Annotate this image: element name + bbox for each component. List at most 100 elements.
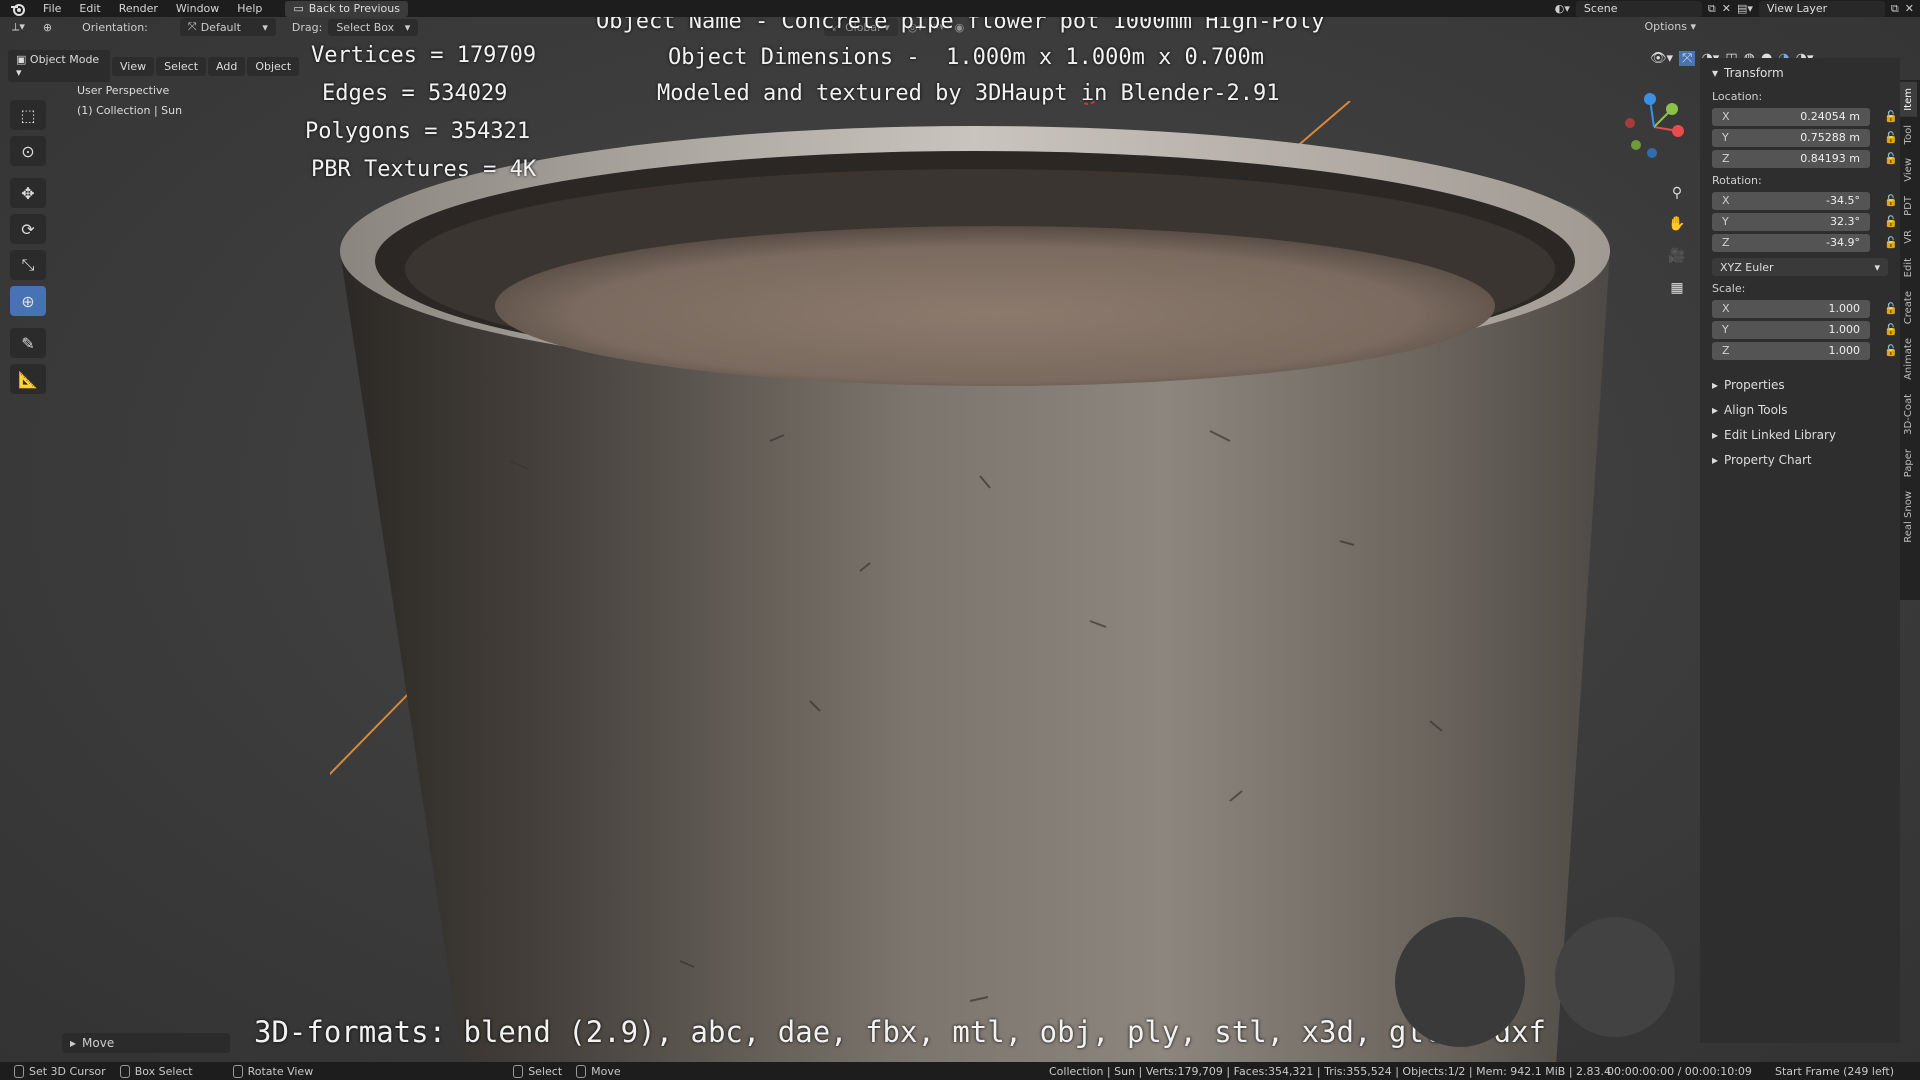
lock-icon[interactable]: 🔓 (1884, 215, 1898, 228)
status-bar: Set 3D Cursor Box Select Rotate View Sel… (0, 1062, 1920, 1080)
zoom-icon[interactable]: ⚲ (1664, 180, 1690, 206)
scale-y-field[interactable]: Y 1.000 (1712, 320, 1870, 339)
rotation-mode-dropdown[interactable]: XYZ Euler ▾ (1712, 258, 1888, 276)
visibility-icon[interactable]: 👁▾ (1650, 51, 1673, 66)
transform-tool[interactable]: ⊕ (10, 286, 46, 316)
location-x-field[interactable]: X 0.24054 m (1712, 107, 1870, 126)
select-box-tool[interactable]: ⬚ (10, 100, 46, 130)
last-operator-panel[interactable]: ▸ Move (62, 1033, 230, 1053)
gizmo-toggle-icon[interactable]: ⤧ (1679, 51, 1696, 66)
view-layer-field[interactable]: View Layer (1758, 0, 1885, 17)
3d-viewport[interactable]: ⟂▾ ⊕ Orientation: ⤧ Default ▾ Drag: Sele… (0, 17, 1920, 1062)
lock-icon[interactable]: 🔓 (1884, 152, 1898, 165)
lock-icon[interactable]: 🔓 (1884, 131, 1898, 144)
camera-view-icon[interactable]: 🎥 (1664, 243, 1690, 269)
collapse-arrow-icon: ▾ (1712, 66, 1719, 80)
location-y-field[interactable]: Y 0.75288 m (1712, 128, 1870, 147)
3d-cursor-icon: ⊙ (21, 141, 35, 161)
cursor-arrow-icon: ⬚ (20, 105, 36, 125)
align-tools-section[interactable]: ▸ Align Tools (1712, 403, 1888, 417)
transform-header[interactable]: ▾ Transform (1712, 66, 1888, 80)
tab-vr[interactable]: VR (1900, 224, 1917, 250)
property-chart-section[interactable]: ▸ Property Chart (1712, 453, 1888, 467)
mouse-right-icon (513, 1064, 524, 1078)
annotate-icon: ✎ (21, 333, 35, 353)
gamepad-left-circle[interactable] (1395, 917, 1525, 1047)
annotate-tool[interactable]: ✎ (10, 328, 46, 358)
rotate-tool[interactable]: ⟳ (10, 214, 46, 244)
lock-icon[interactable]: 🔓 (1884, 323, 1898, 336)
tab-real-snow[interactable]: Real Snow (1900, 485, 1917, 549)
menu-render[interactable]: Render (110, 2, 167, 15)
lock-icon[interactable]: 🔓 (1884, 344, 1898, 357)
properties-section[interactable]: ▸ Properties (1712, 378, 1888, 392)
textures-info: PBR Textures = 4K (311, 157, 537, 182)
scene-icon[interactable]: ◐▾ (1555, 2, 1570, 15)
expand-arrow-icon: ▸ (1712, 378, 1719, 392)
orientation-icon: ⤧ (187, 20, 197, 33)
location-z-field[interactable]: Z 0.84193 m (1712, 149, 1870, 168)
lock-icon[interactable]: 🔓 (1884, 194, 1898, 207)
tab-create[interactable]: Create (1900, 285, 1917, 330)
active-tool-icon[interactable]: ⊕ (43, 21, 52, 34)
options-dropdown[interactable]: Options ▾ (1645, 20, 1696, 33)
delete-scene-icon[interactable]: ✕ (1722, 2, 1731, 15)
mode-header: ▣ Object Mode ▾ View Select Add Object (8, 50, 300, 82)
drag-dropdown[interactable]: Select Box ▾ (328, 18, 419, 36)
expand-arrow-icon: ▸ (70, 1036, 77, 1050)
rotation-x-row: X -34.5° 🔓 (1712, 191, 1898, 210)
lock-icon[interactable]: 🔓 (1884, 236, 1898, 249)
rotation-z-field[interactable]: Z -34.9° (1712, 233, 1870, 252)
menu-select[interactable]: Select (156, 56, 207, 76)
tab-animate[interactable]: Animate (1900, 332, 1917, 386)
tab-paper[interactable]: Paper (1900, 443, 1917, 483)
vertices-count: Vertices = 179709 (311, 43, 537, 68)
new-view-layer-icon[interactable]: ⧉ (1891, 2, 1899, 16)
gamepad-right-circle[interactable] (1555, 917, 1675, 1037)
measure-tool[interactable]: 📐 (10, 364, 46, 394)
scale-x-field[interactable]: X 1.000 (1712, 299, 1870, 318)
tab-3d-coat[interactable]: 3D-Coat (1900, 388, 1917, 441)
menu-view[interactable]: View (112, 56, 155, 76)
delete-view-layer-icon[interactable]: ✕ (1905, 2, 1914, 15)
scene-field[interactable]: Scene (1575, 0, 1702, 17)
pan-hand-icon[interactable]: ✋ (1664, 211, 1690, 237)
scale-z-field[interactable]: Z 1.000 (1712, 341, 1870, 360)
tab-view[interactable]: View (1900, 152, 1917, 188)
drag-label: Drag: (291, 20, 323, 34)
orientation-dropdown[interactable]: ⤧ Default ▾ (179, 18, 276, 36)
move-tool[interactable]: ✥ (10, 178, 46, 208)
status-select: Select (313, 1064, 562, 1078)
menu-window[interactable]: Window (167, 2, 228, 15)
back-to-previous-button[interactable]: ▭ Back to Previous (285, 0, 408, 17)
menu-add[interactable]: Add (208, 56, 246, 76)
menu-edit[interactable]: Edit (70, 2, 109, 15)
menu-file[interactable]: File (34, 2, 70, 15)
move-icon: ✥ (21, 183, 35, 203)
mouse-left-icon (14, 1064, 24, 1078)
menu-help[interactable]: Help (228, 2, 271, 15)
object-mode-dropdown[interactable]: ▣ Object Mode ▾ (8, 50, 110, 82)
menu-object[interactable]: Object (247, 56, 300, 76)
rotation-z-row: Z -34.9° 🔓 (1712, 233, 1898, 252)
tab-item[interactable]: Item (1900, 82, 1917, 117)
ortho-grid-icon[interactable]: ▦ (1664, 275, 1690, 301)
tab-pdt[interactable]: PDT (1900, 190, 1917, 222)
rotation-y-field[interactable]: Y 32.3° (1712, 212, 1870, 231)
lock-icon[interactable]: 🔓 (1884, 110, 1898, 123)
new-scene-icon[interactable]: ⧉ (1708, 2, 1716, 16)
blender-logo-icon[interactable] (10, 2, 26, 16)
scale-tool[interactable]: ⤡ (10, 250, 46, 280)
tab-tool[interactable]: Tool (1900, 119, 1917, 150)
cursor-tool[interactable]: ⊙ (10, 136, 46, 166)
sidebar-tabs: Item Tool View PDT VR Edit Create Animat… (1900, 80, 1920, 600)
rotation-x-field[interactable]: X -34.5° (1712, 191, 1870, 210)
rotate-icon: ⟳ (21, 219, 35, 239)
location-y-row: Y 0.75288 m 🔓 (1712, 128, 1898, 147)
editor-type-icon[interactable]: ⟂▾ (12, 20, 25, 34)
view-layer-icon[interactable]: ▤▾ (1737, 2, 1753, 15)
edit-linked-library-section[interactable]: ▸ Edit Linked Library (1712, 428, 1888, 442)
tab-edit[interactable]: Edit (1900, 252, 1917, 283)
lock-icon[interactable]: 🔓 (1884, 302, 1898, 315)
navigation-gizmo[interactable] (1614, 87, 1694, 167)
